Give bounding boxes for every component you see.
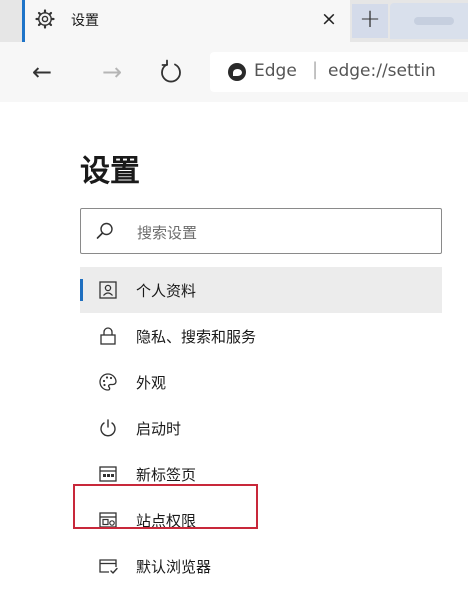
search-input[interactable]: 搜索设置 [80, 208, 442, 254]
settings-tab[interactable]: 设置 × [22, 0, 350, 42]
new-tab-button[interactable]: + [352, 4, 388, 38]
settings-sidebar: 个人资料 隐私、搜索和服务 外观 启动时 新标签页 站点权限 默认浏览器 [80, 267, 442, 589]
profile-icon [99, 281, 117, 299]
sidebar-item-profile[interactable]: 个人资料 [80, 267, 442, 313]
palette-icon [99, 373, 117, 391]
default-browser-icon [99, 559, 118, 574]
back-button[interactable]: ← [28, 58, 56, 86]
power-icon [100, 419, 116, 437]
sidebar-item-startup[interactable]: 启动时 [80, 405, 442, 451]
refresh-icon[interactable] [156, 57, 186, 87]
sidebar-item-label: 默认浏览器 [136, 558, 212, 576]
new-tab-page-icon [99, 466, 117, 482]
search-placeholder: 搜索设置 [137, 224, 198, 242]
sidebar-item-privacy[interactable]: 隐私、搜索和服务 [80, 313, 442, 359]
lock-icon [100, 327, 116, 345]
gear-icon [35, 9, 55, 29]
address-bar[interactable]: Edge | edge://settin [210, 52, 468, 92]
sidebar-item-label: 个人资料 [136, 282, 197, 300]
sidebar-item-label: 隐私、搜索和服务 [136, 328, 257, 346]
highlight-box [73, 484, 258, 529]
browser-toolbar: ← → Edge | edge://settin [0, 42, 468, 102]
blurred-tab-title [414, 17, 454, 25]
sidebar-item-appearance[interactable]: 外观 [80, 359, 442, 405]
sidebar-item-label: 启动时 [136, 420, 182, 438]
address-separator: | [312, 59, 319, 80]
sidebar-item-label: 外观 [136, 374, 167, 392]
url-text[interactable]: edge://settin [328, 61, 436, 81]
site-name: Edge [254, 61, 297, 81]
sidebar-item-default-browser[interactable]: 默认浏览器 [80, 543, 442, 589]
search-icon [96, 222, 113, 239]
tab-strip: 设置 × + [0, 0, 468, 42]
tab-title: 设置 [71, 13, 99, 29]
selected-indicator [80, 279, 83, 301]
background-tab[interactable] [390, 3, 468, 39]
tab-close-button[interactable]: × [321, 7, 337, 31]
forward-button[interactable]: → [98, 58, 126, 86]
page-title: 设置 [80, 154, 140, 189]
edge-logo-icon [228, 63, 246, 81]
sidebar-item-label: 新标签页 [136, 466, 197, 484]
